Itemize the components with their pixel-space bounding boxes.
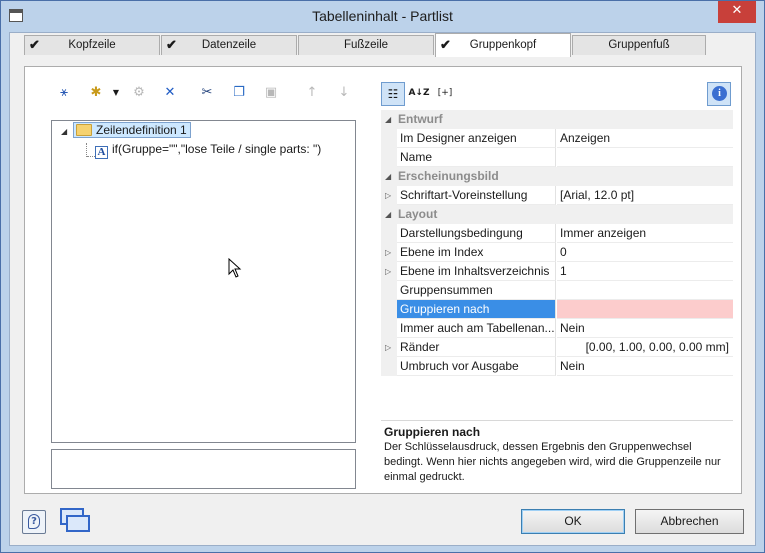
expand-triangle-icon[interactable]: ▷ [385, 267, 391, 276]
window-layout-button[interactable] [58, 506, 94, 534]
tree-connector [87, 156, 95, 157]
folder-icon [76, 124, 92, 136]
dialog-client-area: ✔ Kopfzeile ✔ Datenzeile Fußzeile ✔ Grup… [9, 32, 756, 546]
tab-panel: ⚹ ✱ ▼ ⚙ ✕ ✂ ❐ ▣ ↑ ↓ ◢ Zeilendefinition 1… [24, 66, 742, 494]
tree-child-label: if(Gruppe="","lose Teile / single parts:… [112, 142, 322, 156]
help-button[interactable]: ? [22, 510, 46, 534]
property-row[interactable]: Im Designer anzeigen Anzeigen [381, 129, 733, 148]
collapse-triangle-icon[interactable]: ◢ [385, 210, 391, 219]
tab-datenzeile[interactable]: ✔ Datenzeile [161, 35, 297, 55]
properties-icon: ⚙ [133, 85, 145, 100]
tab-gruppenkopf[interactable]: ✔ Gruppenkopf [435, 33, 571, 57]
sort-alphabetical-icon[interactable]: A↓Z [407, 82, 431, 106]
new-item-icon[interactable]: ✱ [85, 83, 107, 103]
info-toggle-button[interactable]: i [707, 82, 731, 106]
property-row[interactable]: Gruppensummen [381, 281, 733, 300]
window-title: Tabelleninhalt - Partlist [312, 8, 453, 24]
text-field-icon: A [95, 146, 108, 159]
tree-item-child[interactable]: Aif(Gruppe="","lose Teile / single parts… [95, 142, 321, 159]
expand-triangle-icon[interactable]: ▷ [385, 343, 391, 352]
tree-connector [86, 143, 87, 157]
collapse-triangle-icon[interactable]: ◢ [61, 127, 67, 136]
mouse-cursor-icon [228, 258, 242, 278]
category-entwurf[interactable]: ◢ Entwurf [381, 110, 733, 129]
copy-icon[interactable]: ❐ [228, 83, 250, 103]
collapse-triangle-icon[interactable]: ◢ [385, 115, 391, 124]
tree-root-label: Zeilendefinition 1 [96, 123, 187, 137]
tab-fusszeile[interactable]: Fußzeile [298, 35, 434, 55]
cancel-button[interactable]: Abbrechen [635, 509, 744, 534]
expand-all-icon[interactable]: [+] [433, 82, 457, 106]
tree-item-root[interactable]: Zeilendefinition 1 [73, 122, 191, 138]
tab-gruppenfuss[interactable]: Gruppenfuß [572, 35, 706, 55]
property-toolbar: ☷ A↓Z [+] i [381, 82, 733, 108]
categorized-view-icon[interactable]: ☷ [381, 82, 405, 106]
window-icon [66, 515, 90, 532]
property-row[interactable]: ▷ Schriftart-Voreinstellung [Arial, 12.0… [381, 186, 733, 205]
line-definition-tree[interactable]: ◢ Zeilendefinition 1 Aif(Gruppe="","lose… [51, 120, 356, 443]
cut-icon[interactable]: ✂ [196, 83, 218, 103]
delete-icon[interactable]: ✕ [159, 83, 181, 103]
property-description: Gruppieren nach Der Schlüsselausdruck, d… [381, 420, 733, 490]
dialog-window: Tabelleninhalt - Partlist ✕ ✔ Kopfzeile … [0, 0, 765, 553]
category-erscheinungsbild[interactable]: ◢ Erscheinungsbild [381, 167, 733, 186]
tree-item-selection: Zeilendefinition 1 [73, 122, 191, 138]
property-grid: ◢ Entwurf Im Designer anzeigen Anzeigen … [381, 110, 733, 400]
property-row[interactable]: ▷ Ebene im Inhaltsverzeichnis 1 [381, 262, 733, 281]
property-row-selected[interactable]: Gruppieren nach [381, 300, 733, 319]
paste-icon: ▣ [264, 85, 278, 100]
title-bar: Tabelleninhalt - Partlist ✕ [1, 1, 764, 31]
property-row[interactable]: Darstellungsbedingung Immer anzeigen [381, 224, 733, 243]
ok-button[interactable]: OK [521, 509, 625, 534]
expand-triangle-icon[interactable]: ▷ [385, 191, 391, 200]
wand-icon[interactable]: ⚹ [53, 83, 75, 103]
move-up-icon: ↑ [306, 85, 318, 100]
property-row[interactable]: Immer auch am Tabellenan... Nein [381, 319, 733, 338]
description-text: Der Schlüsselausdruck, dessen Ergebnis d… [384, 441, 721, 483]
dropdown-arrow-icon[interactable]: ▼ [105, 83, 127, 103]
tab-kopfzeile[interactable]: ✔ Kopfzeile [24, 35, 160, 55]
property-row[interactable]: Name [381, 148, 733, 167]
move-down-icon: ↓ [338, 85, 350, 100]
expand-triangle-icon[interactable]: ▷ [385, 248, 391, 257]
property-row[interactable]: Umbruch vor Ausgabe Nein [381, 357, 733, 376]
tree-info-box [51, 449, 356, 489]
info-icon: i [712, 86, 727, 101]
help-icon: ? [28, 514, 40, 529]
collapse-triangle-icon[interactable]: ◢ [385, 172, 391, 181]
property-row[interactable]: ▷ Ränder [0.00, 1.00, 0.00, 0.00 mm] [381, 338, 733, 357]
group-by-value-field[interactable] [557, 300, 733, 319]
close-button[interactable]: ✕ [718, 1, 756, 23]
description-title: Gruppieren nach [384, 425, 481, 439]
property-row[interactable]: ▷ Ebene im Index 0 [381, 243, 733, 262]
category-layout[interactable]: ◢ Layout [381, 205, 733, 224]
